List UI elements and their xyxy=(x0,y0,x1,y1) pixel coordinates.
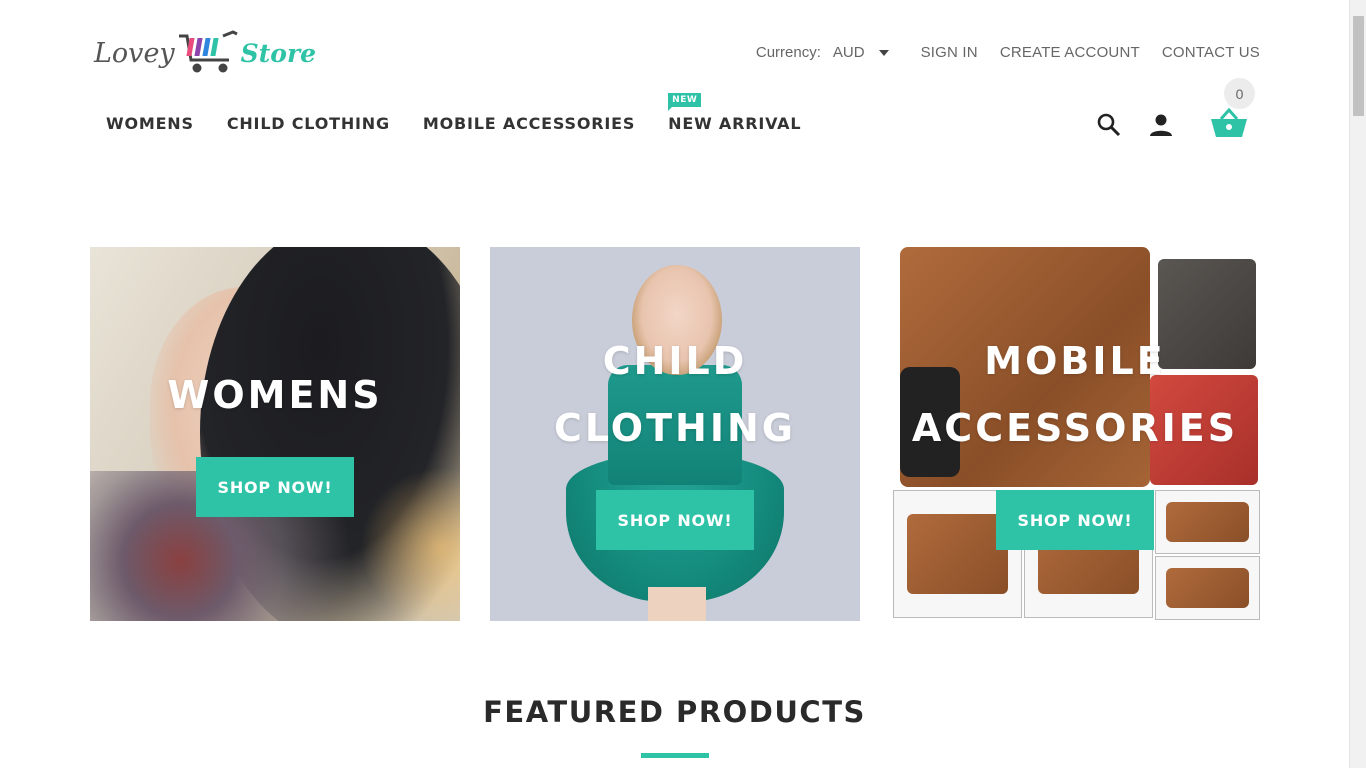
banner-thumb-4 xyxy=(1155,556,1260,620)
header-icons: 0 xyxy=(1096,78,1255,142)
banner-child-clothing[interactable]: CHILD CLOTHING SHOP NOW! xyxy=(490,247,860,621)
main-nav: WOMENS CHILD CLOTHING MOBILE ACCESSORIES… xyxy=(106,93,834,133)
cart-icon[interactable] xyxy=(1210,107,1248,138)
nav-item-mobile-accessories[interactable]: MOBILE ACCESSORIES xyxy=(423,114,635,133)
shop-now-button-womens[interactable]: SHOP NOW! xyxy=(196,457,354,517)
currency-label: Currency: xyxy=(755,44,821,61)
logo-cart-icon xyxy=(178,30,238,73)
banner-mobile-accessories[interactable]: MOBILE ACCESSORIES SHOP NOW! xyxy=(890,247,1260,621)
store-logo[interactable]: Lovey Store xyxy=(94,30,316,76)
page-scrollbar[interactable] xyxy=(1349,0,1366,768)
banner-womens[interactable]: WOMENS SHOP NOW! xyxy=(90,247,460,621)
sign-in-link[interactable]: SIGN IN xyxy=(921,44,978,61)
nav-item-new-arrival[interactable]: NEW NEW ARRIVAL xyxy=(668,93,802,133)
banner-image-legs xyxy=(648,587,706,621)
new-badge: NEW xyxy=(668,93,702,111)
cart-button[interactable]: 0 xyxy=(1200,78,1255,142)
banner-title-womens: WOMENS xyxy=(167,373,383,417)
shop-now-button-child[interactable]: SHOP NOW! xyxy=(596,490,754,550)
search-icon[interactable] xyxy=(1096,112,1122,138)
banner-title-mobile-line2: ACCESSORIES xyxy=(911,406,1239,450)
banner-image-glow xyxy=(360,467,460,621)
scrollbar-thumb[interactable] xyxy=(1353,16,1364,116)
top-links: Currency: AUD SIGN IN CREATE ACCOUNT CON… xyxy=(756,44,1260,61)
currency-select[interactable]: AUD xyxy=(833,44,865,61)
nav-item-womens[interactable]: WOMENS xyxy=(106,114,194,133)
nav-item-label: NEW ARRIVAL xyxy=(668,114,802,133)
nav-item-child-clothing[interactable]: CHILD CLOTHING xyxy=(227,114,390,133)
shop-now-button-mobile[interactable]: SHOP NOW! xyxy=(996,490,1154,550)
logo-text-lovey: Lovey xyxy=(94,37,175,69)
create-account-link[interactable]: CREATE ACCOUNT xyxy=(1000,44,1140,61)
banner-thumb-3 xyxy=(1155,490,1260,554)
chevron-down-icon[interactable] xyxy=(878,49,889,56)
contact-us-link[interactable]: CONTACT US xyxy=(1162,44,1260,61)
cart-count-badge: 0 xyxy=(1224,78,1255,109)
banner-title-child-line2: CLOTHING xyxy=(554,406,796,450)
featured-underline xyxy=(641,753,709,758)
user-icon[interactable] xyxy=(1148,112,1174,138)
banner-title-mobile-line1: MOBILE xyxy=(984,339,1166,383)
featured-products-heading: FEATURED PRODUCTS xyxy=(483,695,866,729)
logo-text-store: Store xyxy=(240,38,317,68)
banner-title-child-line1: CHILD xyxy=(602,339,748,383)
